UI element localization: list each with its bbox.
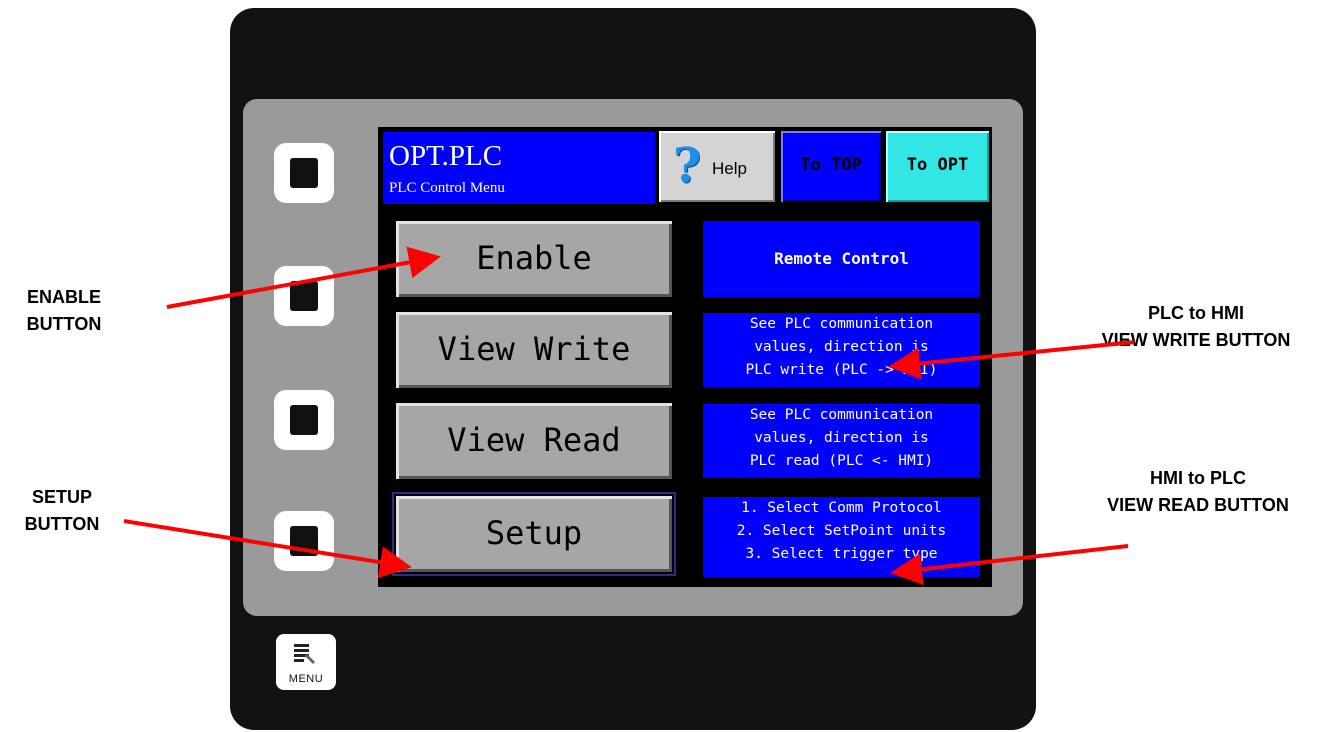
- menu-key-label: MENU: [288, 673, 324, 685]
- view-read-button-label: View Read: [447, 421, 621, 459]
- side-key-4[interactable]: [274, 511, 334, 571]
- info-line: See PLC communication: [749, 407, 934, 423]
- help-label: Help: [712, 159, 747, 178]
- callout-line: VIEW READ BUTTON: [1107, 495, 1289, 515]
- view-write-button[interactable]: View Write: [396, 312, 672, 388]
- setup-button-label: Setup: [485, 514, 583, 552]
- enable-button[interactable]: Enable: [396, 221, 672, 297]
- question-mark-icon: ?: [673, 138, 702, 194]
- page-subtitle: PLC Control Menu: [389, 180, 505, 196]
- setup-info: 1. Select Comm Protocol 2. Select SetPoi…: [703, 497, 980, 577]
- menu-key[interactable]: MENU: [276, 634, 336, 690]
- info-line: PLC write (PLC -> HMI): [745, 362, 938, 378]
- info-line: 3. Select trigger type: [745, 546, 938, 562]
- to-opt-button[interactable]: To OPT: [886, 131, 989, 202]
- remote-control-indicator: Remote Control: [703, 221, 980, 297]
- info-line: 1. Select Comm Protocol: [741, 500, 942, 516]
- info-line: values, direction is: [754, 339, 929, 355]
- info-line: See PLC communication: [749, 316, 934, 332]
- setup-button[interactable]: Setup: [392, 492, 676, 576]
- callout-line: BUTTON: [26, 314, 102, 334]
- side-key-2[interactable]: [274, 266, 334, 326]
- enable-callout: ENABLE BUTTON: [18, 284, 110, 338]
- info-line: PLC read (PLC <- HMI): [749, 453, 934, 469]
- page-title: OPT.PLC: [389, 140, 503, 172]
- setup-callout: SETUP BUTTON: [10, 484, 114, 538]
- view-write-callout: PLC to HMI VIEW WRITE BUTTON: [1078, 300, 1314, 354]
- to-opt-label: To OPT: [906, 155, 969, 175]
- view-read-info: See PLC communication values, direction …: [703, 404, 980, 478]
- callout-line: HMI to PLC: [1150, 468, 1246, 488]
- menu-icon: [294, 644, 315, 664]
- side-key-3[interactable]: [274, 390, 334, 450]
- info-line: 2. Select SetPoint units: [736, 523, 947, 539]
- screen-header: OPT.PLC PLC Control Menu: [383, 132, 655, 204]
- help-button[interactable]: ? Help: [659, 131, 775, 202]
- callout-line: SETUP: [31, 487, 92, 507]
- callout-line: BUTTON: [24, 514, 100, 534]
- to-top-label: To TOP: [800, 155, 862, 175]
- to-top-button[interactable]: To TOP: [781, 131, 881, 202]
- callout-line: PLC to HMI: [1148, 303, 1244, 323]
- view-write-button-label: View Write: [437, 330, 631, 368]
- enable-button-label: Enable: [476, 239, 592, 277]
- callout-line: VIEW WRITE BUTTON: [1101, 330, 1291, 350]
- info-line: values, direction is: [754, 430, 929, 446]
- view-write-info: See PLC communication values, direction …: [703, 313, 980, 387]
- view-read-button[interactable]: View Read: [396, 403, 672, 479]
- callout-line: ENABLE: [26, 287, 101, 307]
- side-key-1[interactable]: [274, 143, 334, 203]
- view-read-callout: HMI to PLC VIEW READ BUTTON: [1074, 465, 1322, 519]
